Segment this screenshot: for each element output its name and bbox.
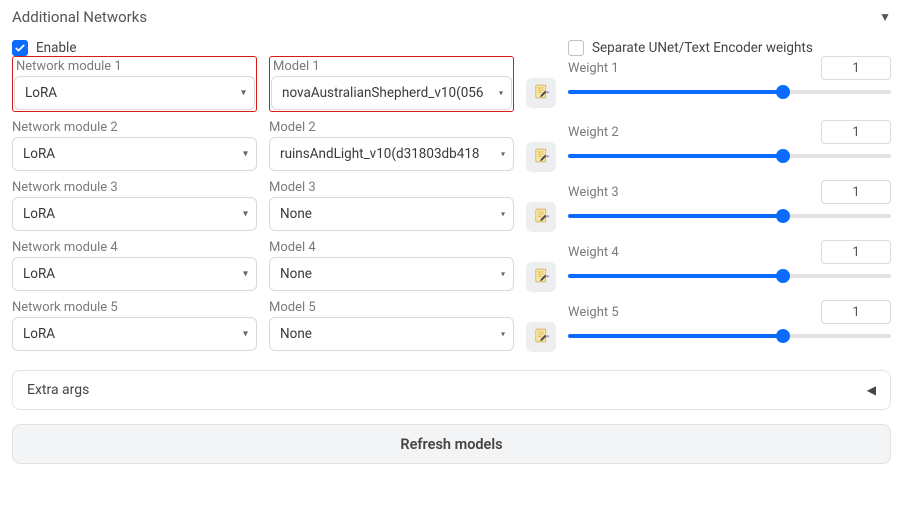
model-select[interactable]: None ▾ bbox=[269, 317, 514, 351]
model-value: None bbox=[280, 326, 312, 342]
weight-value-input[interactable] bbox=[821, 300, 891, 324]
model-select[interactable]: ruinsAndLight_v10(d31803db418 ▾ bbox=[269, 137, 514, 171]
model-value: None bbox=[280, 266, 312, 282]
weight-label: Weight 4 bbox=[568, 245, 619, 260]
weight-label: Weight 1 bbox=[568, 61, 619, 76]
chevron-down-icon: ▾ bbox=[501, 330, 505, 339]
edit-icon bbox=[533, 147, 550, 168]
weight-slider[interactable] bbox=[568, 148, 891, 164]
weight-slider[interactable] bbox=[568, 268, 891, 284]
extra-args-toggle[interactable]: Extra args ◀ bbox=[12, 370, 891, 410]
slider-thumb[interactable] bbox=[776, 329, 790, 343]
model-value: ruinsAndLight_v10(d31803db418 bbox=[280, 146, 480, 162]
network-module-select[interactable]: LoRA ▾ bbox=[12, 257, 257, 291]
extra-args-label: Extra args bbox=[27, 382, 89, 398]
edit-model-button[interactable] bbox=[526, 142, 556, 172]
network-module-select[interactable]: LoRA ▾ bbox=[12, 137, 257, 171]
edit-model-button[interactable] bbox=[526, 78, 556, 108]
chevron-down-icon: ▾ bbox=[499, 89, 503, 98]
network-module-value: LoRA bbox=[23, 206, 55, 222]
weight-value-input[interactable] bbox=[821, 120, 891, 144]
slider-thumb[interactable] bbox=[776, 149, 790, 163]
enable-label: Enable bbox=[36, 40, 77, 56]
edit-model-button[interactable] bbox=[526, 262, 556, 292]
network-module-value: LoRA bbox=[25, 85, 57, 101]
refresh-models-label: Refresh models bbox=[400, 436, 502, 453]
slider-thumb[interactable] bbox=[776, 269, 790, 283]
model-select[interactable]: novaAustralianShepherd_v10(056 ▾ bbox=[271, 76, 512, 110]
network-module-value: LoRA bbox=[23, 146, 55, 162]
network-module-select[interactable]: LoRA ▾ bbox=[12, 197, 257, 231]
network-module-label: Network module 5 bbox=[12, 300, 257, 315]
network-module-label: Network module 1 bbox=[14, 59, 255, 74]
edit-icon bbox=[533, 207, 550, 228]
weight-value-input[interactable] bbox=[821, 240, 891, 264]
weight-label: Weight 3 bbox=[568, 185, 619, 200]
model-value: None bbox=[280, 206, 312, 222]
enable-checkbox[interactable] bbox=[12, 40, 28, 56]
chevron-down-icon: ▾ bbox=[243, 329, 248, 340]
weight-value-input[interactable] bbox=[821, 56, 891, 80]
weight-slider[interactable] bbox=[568, 208, 891, 224]
weight-value-input[interactable] bbox=[821, 180, 891, 204]
chevron-left-icon: ◀ bbox=[867, 383, 876, 397]
chevron-down-icon: ▾ bbox=[243, 269, 248, 280]
edit-icon bbox=[533, 327, 550, 348]
model-label: Model 3 bbox=[269, 180, 514, 195]
weight-slider[interactable] bbox=[568, 84, 891, 100]
network-module-select[interactable]: LoRA ▾ bbox=[14, 76, 255, 110]
weight-label: Weight 2 bbox=[568, 125, 619, 140]
chevron-down-icon: ▾ bbox=[501, 270, 505, 279]
model-value: novaAustralianShepherd_v10(056 bbox=[282, 85, 483, 101]
edit-icon bbox=[533, 83, 550, 104]
model-label: Model 5 bbox=[269, 300, 514, 315]
network-module-value: LoRA bbox=[23, 326, 55, 342]
separate-weights-checkbox[interactable] bbox=[568, 40, 584, 56]
chevron-down-icon: ▾ bbox=[243, 149, 248, 160]
network-module-select[interactable]: LoRA ▾ bbox=[12, 317, 257, 351]
chevron-down-icon: ▾ bbox=[243, 209, 248, 220]
slider-thumb[interactable] bbox=[776, 85, 790, 99]
chevron-down-icon: ▾ bbox=[241, 88, 246, 99]
network-module-label: Network module 2 bbox=[12, 120, 257, 135]
weight-slider[interactable] bbox=[568, 328, 891, 344]
edit-model-button[interactable] bbox=[526, 322, 556, 352]
collapse-icon[interactable]: ▼ bbox=[879, 10, 891, 24]
weight-label: Weight 5 bbox=[568, 305, 619, 320]
model-select[interactable]: None ▾ bbox=[269, 257, 514, 291]
network-module-label: Network module 4 bbox=[12, 240, 257, 255]
refresh-models-button[interactable]: Refresh models bbox=[12, 424, 891, 464]
model-select[interactable]: None ▾ bbox=[269, 197, 514, 231]
model-label: Model 1 bbox=[271, 59, 512, 74]
network-module-value: LoRA bbox=[23, 266, 55, 282]
edit-model-button[interactable] bbox=[526, 202, 556, 232]
chevron-down-icon: ▾ bbox=[501, 210, 505, 219]
slider-thumb[interactable] bbox=[776, 209, 790, 223]
separate-weights-label: Separate UNet/Text Encoder weights bbox=[592, 40, 813, 56]
network-module-label: Network module 3 bbox=[12, 180, 257, 195]
edit-icon bbox=[533, 267, 550, 288]
chevron-down-icon: ▾ bbox=[501, 150, 505, 159]
model-label: Model 2 bbox=[269, 120, 514, 135]
model-label: Model 4 bbox=[269, 240, 514, 255]
panel-title: Additional Networks bbox=[12, 8, 147, 26]
